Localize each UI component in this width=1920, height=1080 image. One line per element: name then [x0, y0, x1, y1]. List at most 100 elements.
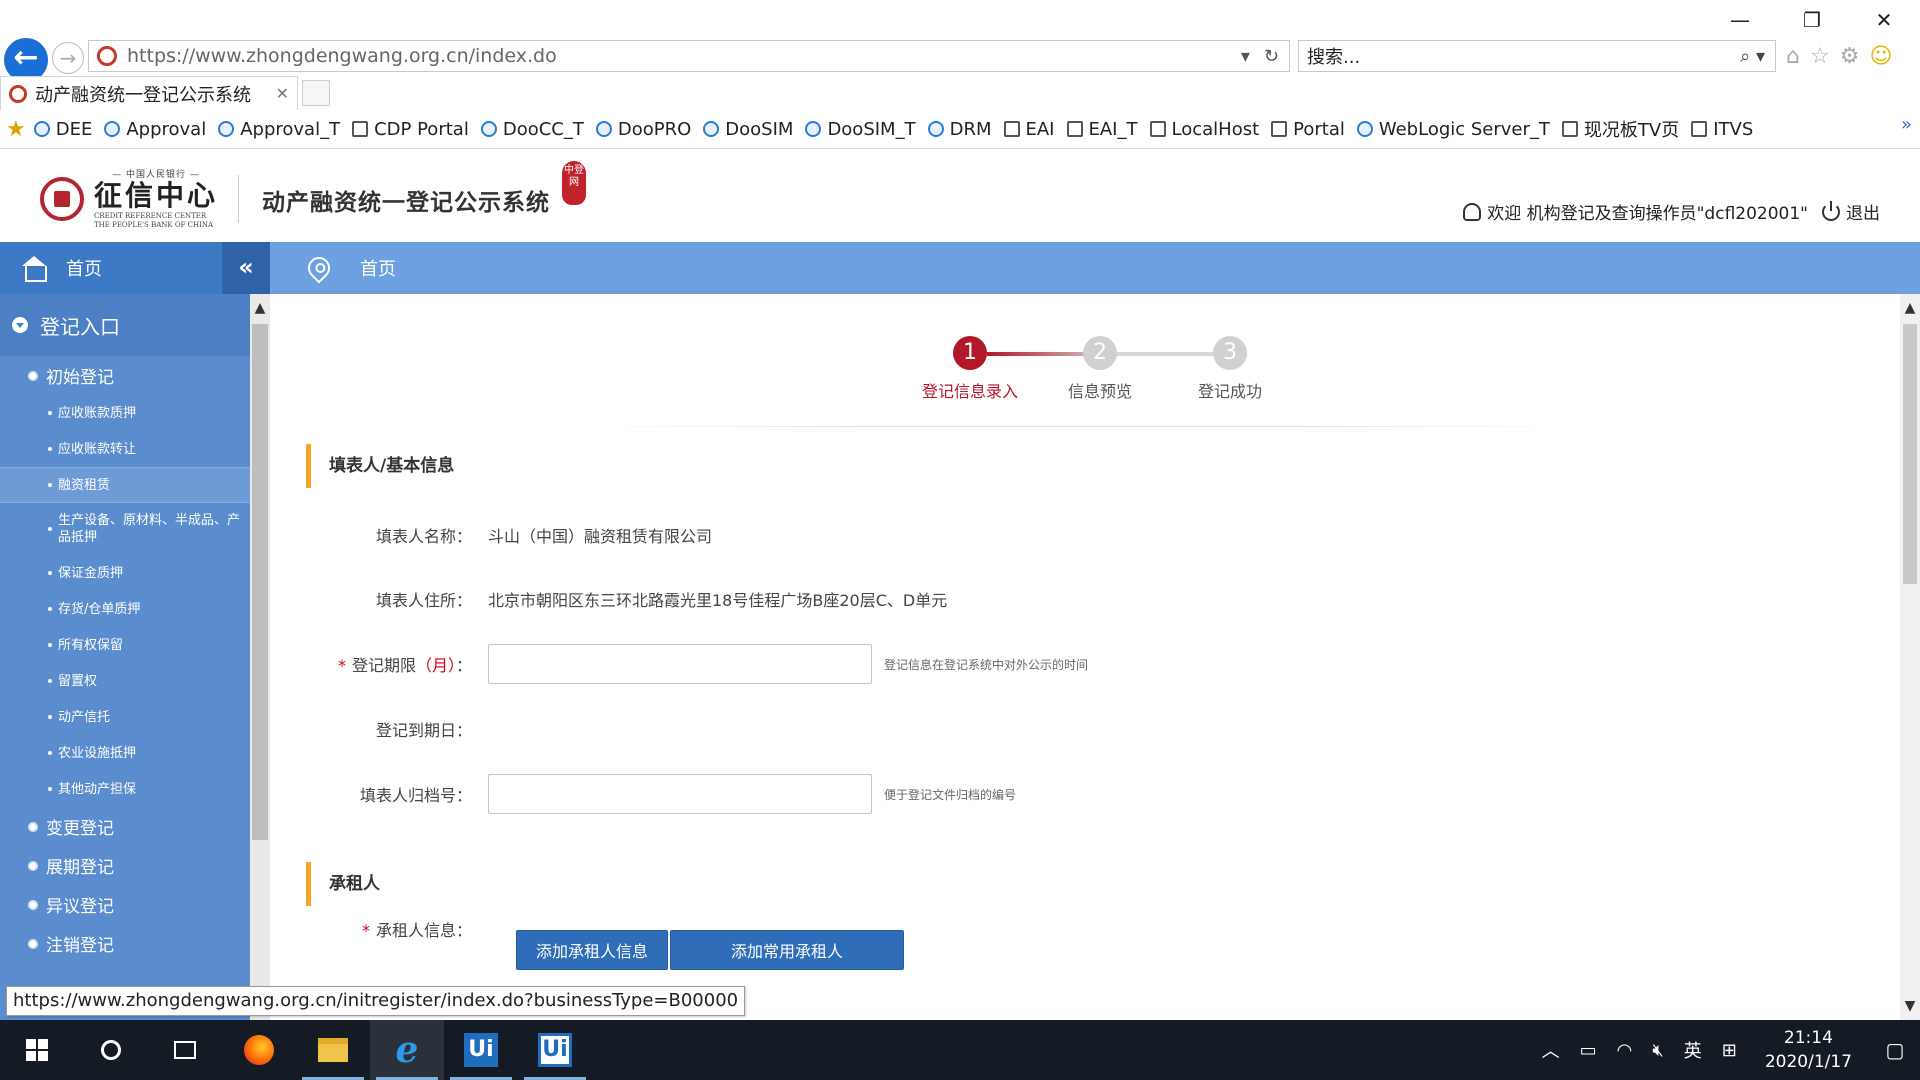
- tab-active[interactable]: 动产融资统一登记公示系统 ✕: [0, 76, 298, 110]
- scroll-up-icon[interactable]: ▲: [250, 300, 270, 316]
- sidebar-subitem[interactable]: 生产设备、原材料、半成品、产品抵押: [0, 503, 250, 555]
- favorite-link[interactable]: DooCC_T: [480, 119, 584, 140]
- search-icon[interactable]: ⌕ ▾: [1740, 46, 1775, 67]
- dot-icon: [48, 607, 52, 611]
- start-button[interactable]: [0, 1020, 74, 1080]
- uipath-robot-taskbar-button[interactable]: Ui: [518, 1020, 592, 1080]
- favorite-link[interactable]: DEE: [33, 119, 92, 140]
- ime-indicator[interactable]: 英: [1674, 1037, 1712, 1063]
- favorite-link[interactable]: DooPRO: [595, 119, 691, 140]
- chevron-up-icon[interactable]: ︿: [1532, 1037, 1570, 1063]
- wifi-icon[interactable]: ◠: [1607, 1040, 1643, 1061]
- favorite-link[interactable]: LocalHost: [1149, 119, 1259, 140]
- breadcrumb-item[interactable]: 首页: [360, 255, 396, 281]
- favorite-link[interactable]: 现况板TV页: [1561, 116, 1679, 142]
- home-icon[interactable]: ⌂: [1786, 44, 1800, 69]
- sidebar-subitem[interactable]: 所有权保留: [0, 627, 250, 663]
- favorite-link[interactable]: CDP Portal: [352, 119, 469, 140]
- close-window-button[interactable]: ✕: [1848, 0, 1920, 40]
- step-3: 3 登记成功: [1170, 336, 1290, 402]
- ie-page-icon: [480, 121, 497, 137]
- favorites-star-icon[interactable]: ★: [6, 117, 26, 142]
- add-common-lessee-button[interactable]: 添加常用承租人: [670, 930, 904, 970]
- sidebar-home-link[interactable]: 首页: [66, 255, 102, 281]
- favorite-link[interactable]: Approval_T: [218, 119, 340, 140]
- home-icon[interactable]: [0, 242, 66, 294]
- add-lessee-button[interactable]: 添加承租人信息: [516, 930, 668, 970]
- filer-name-row: 填表人名称： 斗山（中国）融资租赁有限公司: [270, 514, 1870, 556]
- sidebar-subitem[interactable]: 其他动产担保: [0, 771, 250, 807]
- new-tab-button[interactable]: [302, 80, 330, 106]
- search-input[interactable]: 搜索...: [1307, 43, 1360, 69]
- sidebar-subitem[interactable]: 应收账款质押: [0, 395, 250, 431]
- sidebar-subitem-active[interactable]: 融资租赁: [0, 467, 250, 503]
- sidebar-subitem[interactable]: 应收账款转让: [0, 431, 250, 467]
- favorite-link[interactable]: WebLogic Server_T: [1356, 119, 1550, 140]
- keyboard-grid-icon[interactable]: ⊞: [1712, 1040, 1747, 1061]
- favorite-link[interactable]: Portal: [1271, 119, 1345, 140]
- sidebar-subitem[interactable]: 留置权: [0, 663, 250, 699]
- main-scrollbar[interactable]: ▲ ▼: [1900, 294, 1920, 1020]
- scrollbar-thumb[interactable]: [1903, 324, 1917, 584]
- dropdown-icon[interactable]: ▾: [1241, 46, 1250, 67]
- favorite-link[interactable]: Approval: [104, 119, 206, 140]
- sidebar-subitem[interactable]: 农业设施抵押: [0, 735, 250, 771]
- scrollbar-thumb[interactable]: [252, 324, 268, 840]
- sidebar-item-cancel-register[interactable]: 注销登记: [0, 924, 250, 963]
- uipath-taskbar-button[interactable]: Ui: [444, 1020, 518, 1080]
- sidebar-item-objection-register[interactable]: 异议登记: [0, 885, 250, 924]
- power-icon[interactable]: [1822, 200, 1840, 221]
- feedback-smiley-icon[interactable]: ☺: [1869, 44, 1892, 69]
- address-url[interactable]: https://www.zhongdengwang.org.cn/index.d…: [127, 45, 557, 67]
- sidebar-item-change-register[interactable]: 变更登记: [0, 807, 250, 846]
- favorite-link[interactable]: EAI_T: [1066, 119, 1138, 140]
- volume-muted-icon[interactable]: 🔇︎: [1642, 1040, 1673, 1061]
- step-2: 2 信息预览: [1040, 336, 1160, 402]
- progress-steps: 1 登记信息录入 2 信息预览 3 登记成功: [910, 336, 1350, 406]
- minimize-button[interactable]: —: [1704, 0, 1776, 40]
- address-bar[interactable]: https://www.zhongdengwang.org.cn/index.d…: [88, 40, 1290, 72]
- forward-arrow-icon[interactable]: →: [52, 42, 84, 74]
- favorite-link[interactable]: EAI: [1003, 119, 1055, 140]
- scroll-down-icon[interactable]: ▼: [1900, 998, 1920, 1014]
- period-input[interactable]: [488, 644, 872, 684]
- task-view-button[interactable]: [148, 1020, 222, 1080]
- logout-link[interactable]: 退出: [1846, 199, 1880, 224]
- chevron-right-icon[interactable]: »: [1901, 114, 1912, 135]
- sidebar-subitem[interactable]: 动产信托: [0, 699, 250, 735]
- task-view-icon: [174, 1041, 196, 1059]
- notification-icon[interactable]: ▢: [1870, 1038, 1920, 1062]
- search-box[interactable]: 搜索... ⌕ ▾: [1298, 40, 1776, 72]
- period-hint: 登记信息在登记系统中对外公示的时间: [884, 657, 1089, 672]
- tab-close-icon[interactable]: ✕: [276, 84, 289, 103]
- ie-taskbar-button[interactable]: e: [370, 1020, 444, 1080]
- sidebar-section-register[interactable]: 登记入口: [0, 294, 250, 356]
- settings-gear-icon[interactable]: ⚙: [1840, 44, 1860, 69]
- sidebar-item-initial-register[interactable]: 初始登记: [0, 356, 250, 395]
- dot-icon: [48, 571, 52, 575]
- favorite-link[interactable]: DooSIM: [703, 119, 793, 140]
- explorer-taskbar-button[interactable]: [296, 1020, 370, 1080]
- user-icon: [1463, 202, 1482, 221]
- firefox-taskbar-button[interactable]: [222, 1020, 296, 1080]
- ie-page-icon: [703, 121, 720, 137]
- sidebar-subitem[interactable]: 保证金质押: [0, 555, 250, 591]
- battery-icon[interactable]: ▭: [1570, 1040, 1607, 1061]
- favorite-link[interactable]: DRM: [927, 119, 992, 140]
- collapse-sidebar-button[interactable]: «: [222, 242, 270, 294]
- archive-number-input[interactable]: [488, 774, 872, 814]
- search-button[interactable]: [74, 1020, 148, 1080]
- favorite-link[interactable]: DooSIM_T: [805, 119, 916, 140]
- clock[interactable]: 21:14 2020/1/17: [1747, 1026, 1870, 1074]
- restore-button[interactable]: ❐: [1776, 0, 1848, 40]
- sidebar-subitem[interactable]: 存货/仓单质押: [0, 591, 250, 627]
- sidebar-scrollbar[interactable]: ▲: [250, 294, 270, 1020]
- ie-page-icon: [104, 121, 121, 137]
- favorite-link[interactable]: ITVS: [1691, 119, 1753, 140]
- required-mark: *: [361, 921, 370, 940]
- scroll-up-icon[interactable]: ▲: [1900, 300, 1920, 316]
- sidebar-item-extend-register[interactable]: 展期登记: [0, 846, 250, 885]
- favorites-star-icon[interactable]: ☆: [1810, 44, 1830, 69]
- refresh-icon[interactable]: ↻: [1264, 46, 1279, 67]
- bullet-icon: [28, 370, 38, 381]
